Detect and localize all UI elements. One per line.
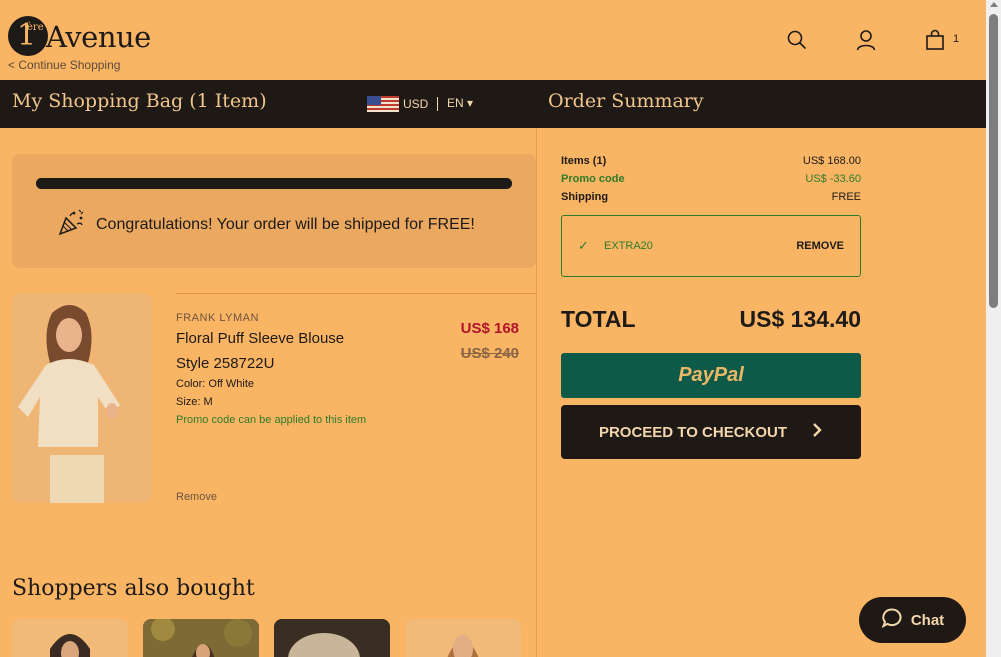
- continue-shopping-link[interactable]: < Continue Shopping: [8, 58, 120, 72]
- recommendation-card[interactable]: [143, 619, 259, 657]
- order-total: TOTAL US$ 134.40: [561, 306, 861, 333]
- product-image[interactable]: [12, 293, 152, 503]
- paypal-button[interactable]: PayPal: [561, 353, 861, 398]
- product-color: Color: Off White: [176, 378, 255, 390]
- scroll-up-arrow[interactable]: [990, 2, 998, 7]
- us-flag-icon: [367, 96, 399, 112]
- currency-selector[interactable]: USD: [367, 96, 428, 112]
- cart-count-badge: 1: [953, 33, 960, 45]
- summary-shipping-row: Shipping FREE: [561, 191, 861, 203]
- scrollbar-thumb[interactable]: [989, 14, 998, 308]
- recommendation-card[interactable]: [405, 619, 521, 657]
- logo-wordmark: Avenue: [46, 20, 151, 54]
- selector-divider: [437, 97, 438, 111]
- language-selector[interactable]: EN ▾: [447, 96, 473, 110]
- promo-label: Promo code: [561, 173, 625, 185]
- remove-item-link[interactable]: Remove: [176, 491, 217, 503]
- section-header-bar: My Shopping Bag (1 Item) USD EN ▾ Order …: [0, 80, 986, 128]
- shipping-label: Shipping: [561, 191, 609, 203]
- chat-label: Chat: [910, 611, 945, 629]
- total-label: TOTAL: [561, 306, 636, 332]
- applied-promo-box: ✓ EXTRA20 REMOVE: [561, 215, 861, 277]
- shopping-bag-icon[interactable]: [923, 28, 947, 52]
- free-shipping-text: Congratulations! Your order will be ship…: [96, 215, 475, 233]
- chevron-down-icon: ▾: [467, 96, 474, 110]
- product-size: Size: M: [176, 396, 213, 408]
- check-icon: ✓: [578, 238, 589, 253]
- bag-title: My Shopping Bag (1 Item): [12, 90, 267, 112]
- recommendation-card[interactable]: [274, 619, 390, 657]
- summary-items-row: Items (1) US$ 168.00: [561, 155, 861, 167]
- language-label: EN: [447, 96, 464, 110]
- promo-value: US$ -33.60: [805, 173, 861, 185]
- remove-promo-button[interactable]: REMOVE: [796, 240, 844, 252]
- product-style: Style 258722U: [176, 355, 275, 372]
- total-value: US$ 134.40: [739, 306, 861, 332]
- sale-price: US$ 168: [460, 320, 519, 337]
- logo-superscript: ère: [27, 22, 44, 33]
- checkout-label: PROCEED TO CHECKOUT: [598, 423, 788, 441]
- product-promo-note: Promo code can be applied to this item: [176, 414, 367, 426]
- items-label: Items (1): [561, 155, 607, 167]
- free-shipping-message: Congratulations! Your order will be ship…: [56, 206, 475, 243]
- free-shipping-banner: Congratulations! Your order will be ship…: [12, 154, 536, 268]
- also-bought-title: Shoppers also bought: [12, 576, 255, 601]
- party-popper-icon: [56, 206, 88, 243]
- summary-promo-row: Promo code US$ -33.60: [561, 173, 861, 185]
- account-icon[interactable]: [854, 28, 878, 52]
- search-icon[interactable]: [785, 28, 809, 52]
- chevron-right-icon: [811, 422, 823, 442]
- column-divider: [536, 128, 537, 657]
- brand-logo[interactable]: 1 ère Avenue: [8, 16, 158, 60]
- product-name[interactable]: Floral Puff Sleeve Blouse: [176, 330, 344, 347]
- item-divider: [176, 293, 536, 294]
- items-value: US$ 168.00: [802, 155, 861, 167]
- chat-bubble-icon: [881, 607, 903, 633]
- original-price: US$ 240: [460, 345, 519, 362]
- order-summary-title: Order Summary: [548, 90, 704, 112]
- paypal-label: PayPal: [678, 364, 744, 386]
- free-shipping-progress: [36, 178, 512, 189]
- product-brand: FRANK LYMAN: [176, 312, 259, 324]
- chat-button[interactable]: Chat: [859, 597, 966, 643]
- recommendation-card[interactable]: [12, 619, 128, 657]
- checkout-button[interactable]: PROCEED TO CHECKOUT: [561, 405, 861, 459]
- logo-badge: 1 ère: [8, 16, 48, 56]
- progress-fill: [36, 178, 512, 189]
- promo-code-text: EXTRA20: [604, 240, 653, 252]
- currency-label: USD: [403, 97, 429, 111]
- shipping-value: FREE: [831, 191, 861, 203]
